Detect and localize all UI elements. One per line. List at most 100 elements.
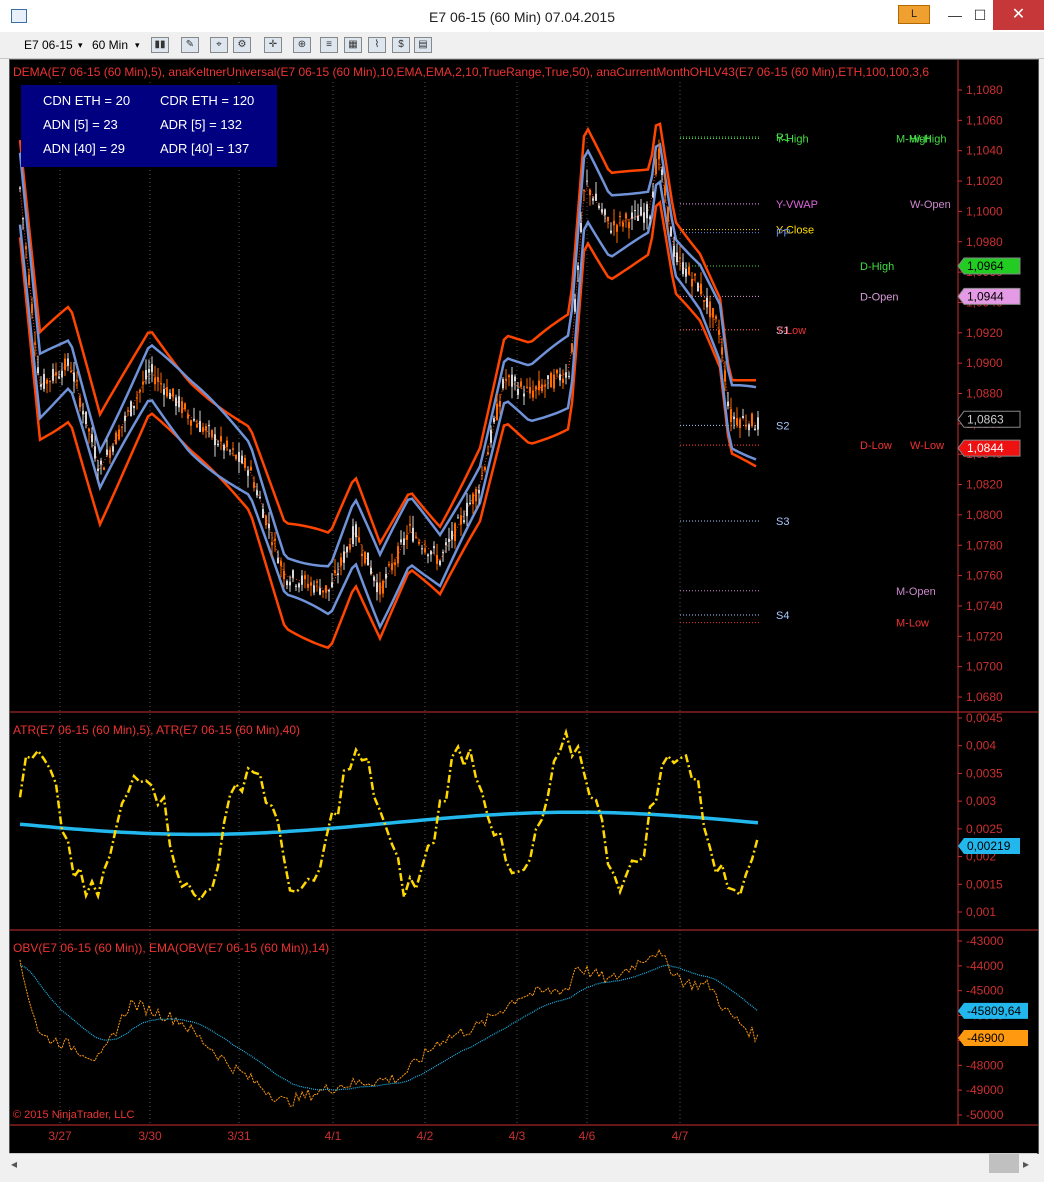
candle-body bbox=[106, 449, 108, 455]
instrument-selector[interactable]: E7 06-15 bbox=[24, 36, 73, 54]
candle-body bbox=[334, 570, 336, 574]
crosshair-icon[interactable]: ✛ bbox=[264, 37, 282, 53]
zoom-icon[interactable]: ⊕ bbox=[293, 37, 311, 53]
candle-body bbox=[700, 283, 702, 295]
candle-body bbox=[445, 542, 447, 546]
wrench-icon[interactable]: ⚙ bbox=[233, 37, 251, 53]
magnet-icon[interactable]: ⌖ bbox=[210, 37, 228, 53]
atr-axis-label: 0,001 bbox=[966, 905, 996, 919]
candle-body bbox=[568, 375, 570, 377]
candle-body bbox=[199, 420, 201, 432]
link-badge[interactable]: L bbox=[898, 5, 930, 24]
chevron-down-icon[interactable]: ▾ bbox=[135, 36, 140, 54]
candle-body bbox=[202, 427, 204, 432]
price-axis-label: 1,1060 bbox=[966, 113, 1003, 127]
candle-body bbox=[163, 389, 165, 395]
candle-body bbox=[259, 496, 261, 499]
strategies-icon[interactable]: ▦ bbox=[344, 37, 362, 53]
cdn-eth: CDN ETH = 20 bbox=[43, 93, 131, 108]
scroll-left-icon[interactable]: ◂ bbox=[11, 1157, 17, 1171]
obv-axis-label: -44000 bbox=[966, 959, 1004, 973]
price-axis-label: 1,1080 bbox=[966, 83, 1003, 97]
close-button[interactable]: ✕ bbox=[993, 0, 1044, 30]
chart-canvas[interactable]: 1,1080 1,1060 1,1040 1,1020 1,1000 1,0980 1,09… bbox=[10, 60, 1038, 1153]
candle-body bbox=[571, 343, 573, 352]
candle-body bbox=[466, 502, 468, 517]
candle-body bbox=[637, 215, 639, 221]
chevron-down-icon[interactable]: ▾ bbox=[78, 36, 83, 54]
candle-body bbox=[706, 297, 708, 308]
price-axis-label: 1,1000 bbox=[966, 204, 1003, 218]
candle-body bbox=[157, 377, 159, 382]
candle-body bbox=[49, 381, 51, 383]
candle-body bbox=[61, 370, 63, 378]
obv-panel-header: OBV(E7 06-15 (60 Min)), EMA(OBV(E7 06-15… bbox=[13, 941, 329, 955]
candle-body bbox=[508, 375, 510, 378]
candle-body bbox=[373, 576, 375, 581]
candle-body bbox=[502, 379, 504, 389]
chart-labels: 3/27 3/30 3/31 4/1 4/2 4/3 4/6 4/7 DEMA(E7 06-15… bbox=[13, 65, 951, 1143]
candle-body bbox=[631, 212, 633, 219]
candle-body bbox=[520, 381, 522, 387]
candle-body bbox=[19, 187, 21, 189]
candle-body bbox=[703, 300, 705, 302]
chart-area[interactable]: 1,1080 1,1060 1,1040 1,1020 1,1000 1,0980 1,09… bbox=[9, 59, 1039, 1154]
horizontal-scrollbar[interactable]: ◂ ▸ bbox=[9, 1153, 1037, 1174]
candle-body bbox=[208, 424, 210, 427]
candle-body bbox=[358, 537, 360, 542]
candle-body bbox=[391, 563, 393, 571]
chart-properties-icon[interactable]: ⌇ bbox=[368, 37, 386, 53]
candle-body bbox=[274, 538, 276, 541]
dollar-icon[interactable]: $ bbox=[392, 37, 410, 53]
price-axis-label: 1,0800 bbox=[966, 508, 1003, 522]
candle-body bbox=[376, 582, 378, 593]
indicators-icon[interactable]: ≡ bbox=[320, 37, 338, 53]
price-tag-label: 1,0863 bbox=[967, 412, 1004, 426]
candle-body bbox=[511, 374, 513, 387]
candle-body bbox=[613, 220, 615, 226]
candle-body bbox=[31, 303, 33, 314]
candle-body bbox=[205, 426, 207, 431]
candle-body bbox=[85, 411, 87, 425]
candle-body bbox=[103, 467, 105, 470]
candle-body bbox=[235, 454, 237, 460]
candle-body bbox=[724, 370, 726, 382]
interval-selector[interactable]: 60 Min bbox=[92, 36, 128, 54]
candle-body bbox=[682, 262, 684, 275]
candle-body bbox=[280, 561, 282, 566]
candle-body bbox=[481, 475, 483, 477]
candle-body bbox=[649, 216, 651, 220]
price-tag-label: 1,0964 bbox=[967, 259, 1004, 273]
candle-body bbox=[76, 380, 78, 382]
obv-axis-label: -43000 bbox=[966, 934, 1004, 948]
candle-body bbox=[127, 410, 129, 412]
drawing-tool-icon[interactable]: ✎ bbox=[181, 37, 199, 53]
chart-style-icon[interactable]: ▮▮ bbox=[151, 37, 169, 53]
candle-body bbox=[289, 581, 291, 586]
candle-body bbox=[136, 397, 138, 399]
candle-body bbox=[451, 530, 453, 540]
candle-body bbox=[592, 198, 594, 201]
candle-body bbox=[607, 216, 609, 222]
data-box-icon[interactable]: ▤ bbox=[414, 37, 432, 53]
candle-body bbox=[535, 386, 537, 390]
candle-body bbox=[34, 342, 36, 345]
candle-body bbox=[229, 450, 231, 452]
candle-body bbox=[550, 372, 552, 388]
x-axis-label: 4/2 bbox=[417, 1129, 434, 1143]
candle-body bbox=[67, 358, 69, 366]
candle-body bbox=[736, 418, 738, 425]
pivot-level-label: M-Low bbox=[896, 618, 929, 630]
candle-body bbox=[268, 523, 270, 529]
candle-body bbox=[532, 390, 534, 398]
candle-body bbox=[646, 204, 648, 219]
candle-body bbox=[556, 369, 558, 374]
candle-body bbox=[25, 246, 27, 250]
scroll-right-icon[interactable]: ▸ bbox=[1023, 1157, 1029, 1171]
candle-body bbox=[628, 222, 630, 229]
candle-body bbox=[265, 515, 267, 526]
candle-body bbox=[262, 509, 264, 518]
candle-body bbox=[223, 444, 225, 451]
scroll-thumb[interactable] bbox=[989, 1154, 1019, 1173]
candle-body bbox=[322, 590, 324, 593]
